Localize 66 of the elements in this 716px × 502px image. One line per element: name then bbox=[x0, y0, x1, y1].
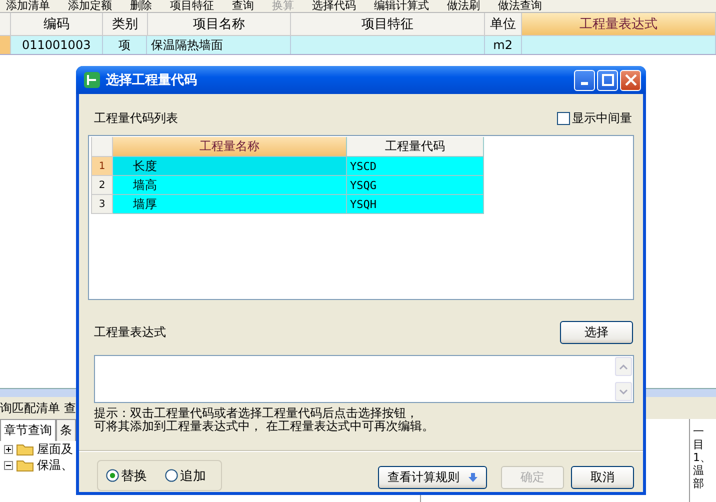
table-cell: 保温隔热墙面 bbox=[146, 36, 291, 54]
side-text: 部 bbox=[693, 477, 705, 490]
row-number: 1 bbox=[91, 157, 113, 176]
expression-field[interactable] bbox=[94, 355, 634, 403]
toolbar-button[interactable]: 做法查询 bbox=[498, 0, 542, 12]
collapse-icon[interactable] bbox=[4, 460, 13, 470]
toolbar-button[interactable]: 做法刷 bbox=[447, 0, 480, 12]
toolbar-button[interactable]: 查询 bbox=[232, 0, 254, 12]
side-text: 温 bbox=[693, 464, 705, 477]
expand-icon[interactable] bbox=[4, 444, 13, 454]
close-icon bbox=[624, 74, 636, 86]
column-header: 项目特征 bbox=[291, 13, 485, 35]
row-number: 2 bbox=[91, 176, 113, 195]
dialog-button[interactable]: 取消 bbox=[571, 466, 634, 489]
grid-cell[interactable]: YSQG bbox=[347, 176, 484, 195]
radio-icon[interactable] bbox=[106, 469, 119, 482]
column-header: 工程量表达式 bbox=[522, 13, 716, 35]
window-title: 选择工程量代码 bbox=[106, 72, 197, 89]
column-header: 项目名称 bbox=[148, 13, 292, 35]
pane-tab[interactable]: 章节查询 bbox=[0, 419, 56, 441]
grid-cell[interactable]: 墙厚 bbox=[113, 195, 347, 214]
maximize-button[interactable] bbox=[597, 70, 618, 90]
section-label: 工程量代码列表 bbox=[94, 110, 178, 126]
arrow-down-icon bbox=[468, 472, 478, 483]
minimize-icon bbox=[581, 82, 588, 84]
header-corner bbox=[91, 137, 113, 157]
side-text: 1、 bbox=[693, 451, 712, 464]
toolbar-button[interactable]: 删除 bbox=[130, 0, 152, 12]
pane-title: 查 bbox=[64, 400, 76, 416]
table-cell: 项 bbox=[103, 36, 147, 54]
minimize-button[interactable] bbox=[574, 70, 595, 90]
toolbar-button[interactable]: 添加清单 bbox=[6, 0, 50, 12]
column-header: 工程量名称 bbox=[113, 137, 347, 157]
toolbar-button[interactable]: 添加定额 bbox=[68, 0, 112, 12]
toolbar-button[interactable]: 编辑计算式 bbox=[374, 0, 429, 12]
app-icon bbox=[84, 72, 100, 88]
pane-tab[interactable]: 条 bbox=[56, 419, 76, 441]
hint-text: 提示：双击工程量代码或者选择工程量代码后点击选择按钮， bbox=[94, 407, 419, 420]
folder-icon bbox=[16, 458, 34, 472]
grid-cell[interactable]: YSQH bbox=[347, 195, 484, 214]
pane-title: 询匹配清单 bbox=[0, 400, 60, 416]
grid-cell[interactable]: 长度 bbox=[113, 157, 347, 176]
column-header: 编码 bbox=[10, 13, 104, 35]
hint-text: 可将其添加到工程量表达式中， 在工程量表达式中可再次编辑。 bbox=[94, 420, 435, 433]
side-text: 目 bbox=[693, 438, 705, 451]
side-text: 一 bbox=[693, 425, 705, 438]
maximize-icon bbox=[602, 74, 614, 86]
table-cell: 011001003 bbox=[10, 36, 104, 54]
dialog-button[interactable]: 查看计算规则 bbox=[378, 466, 487, 489]
toolbar-button[interactable]: 项目特征 bbox=[170, 0, 214, 12]
toolbar-button[interactable]: 选择代码 bbox=[312, 0, 356, 12]
column-header: 工程量代码 bbox=[347, 137, 484, 157]
column-header: 类别 bbox=[103, 13, 148, 35]
radio-icon[interactable] bbox=[165, 469, 178, 482]
mode-radio[interactable]: 替换 bbox=[106, 466, 147, 484]
close-button[interactable] bbox=[620, 70, 641, 90]
table-cell: m2 bbox=[484, 36, 522, 54]
section-label: 工程量表达式 bbox=[94, 324, 166, 341]
select-button[interactable]: 选择 bbox=[560, 321, 633, 344]
show-intermediate-checkbox[interactable]: 显示中间量 bbox=[557, 110, 632, 126]
mode-radio[interactable]: 追加 bbox=[165, 466, 206, 484]
grid-cell[interactable]: 墙高 bbox=[113, 176, 347, 195]
grid-cell[interactable]: YSCD bbox=[347, 157, 484, 176]
tree-item[interactable]: 屋面及 bbox=[37, 440, 73, 458]
row-number: 3 bbox=[91, 195, 113, 214]
tree-item[interactable]: 保温、 bbox=[37, 456, 73, 474]
